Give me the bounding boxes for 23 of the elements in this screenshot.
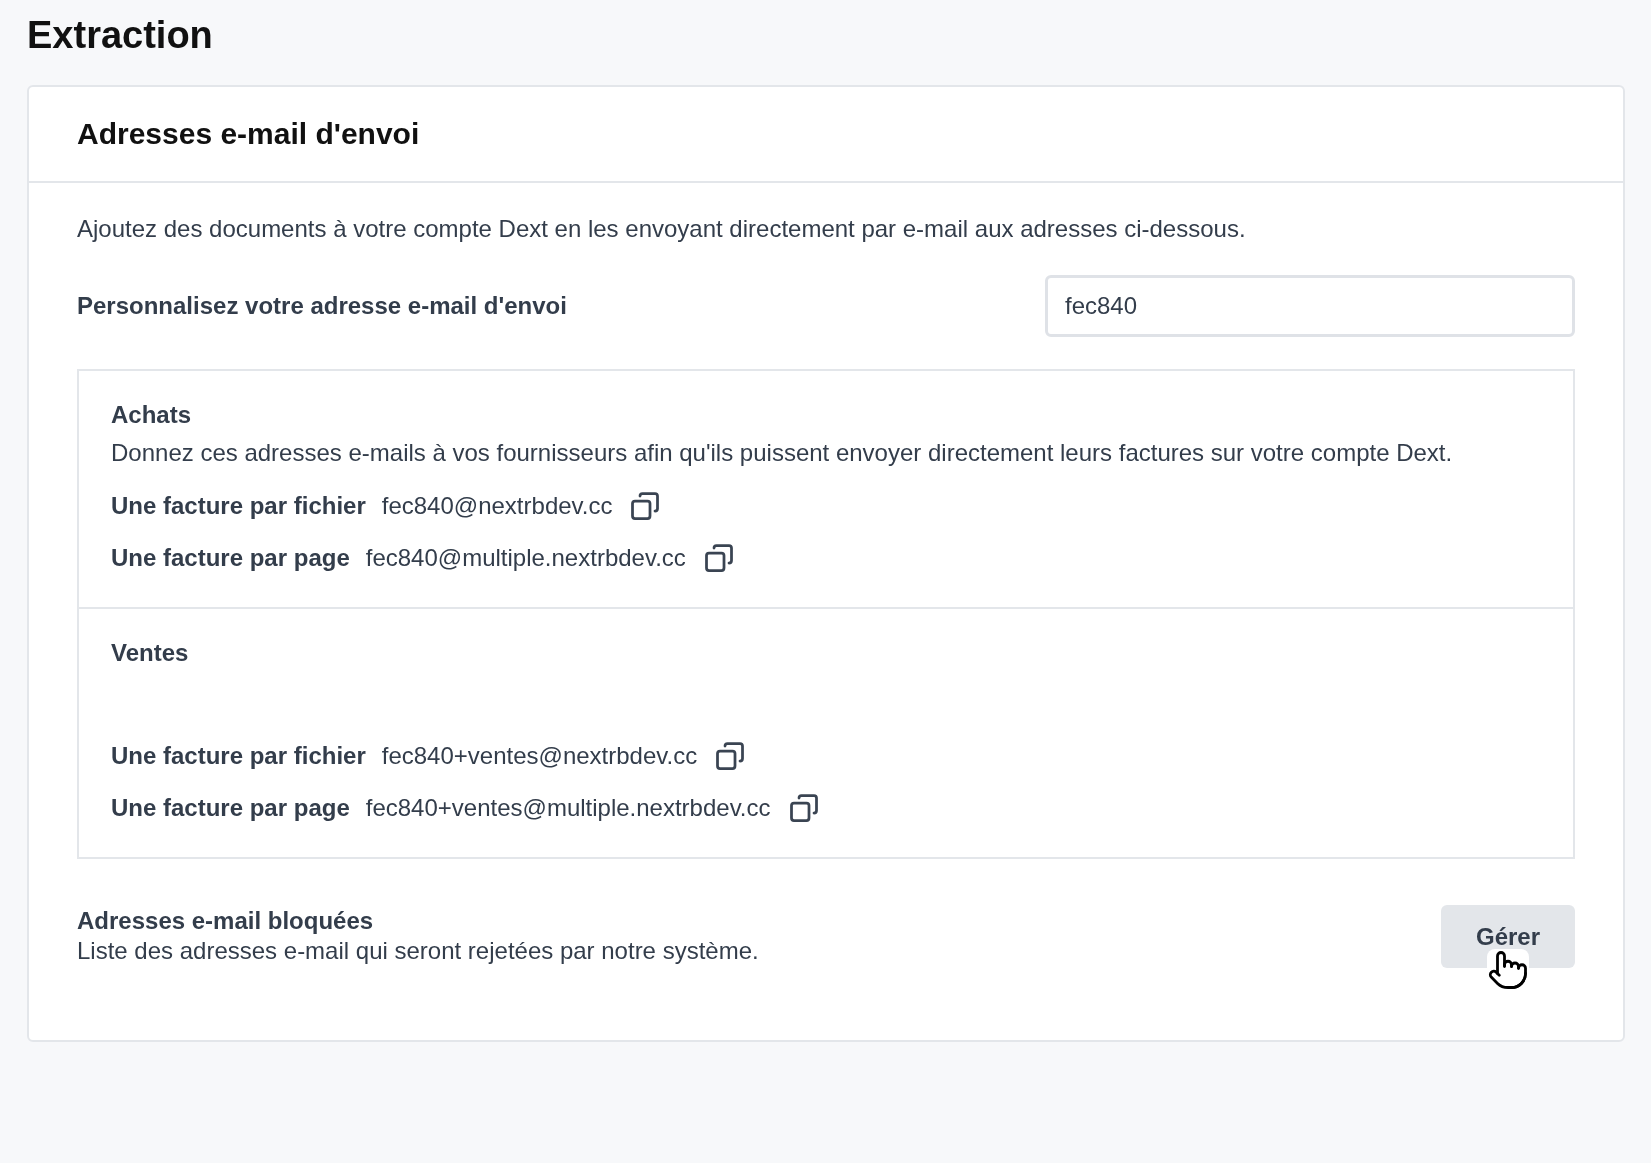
email-address: fec840@nextrbdev.cc <box>381 492 613 520</box>
hand-cursor-icon <box>1487 949 1529 991</box>
page-title: Extraction <box>27 14 214 57</box>
section-title: Achats <box>111 401 193 429</box>
field-label: Personnalisez votre adresse e-mail d'envoi <box>77 292 567 320</box>
copy-icon[interactable] <box>715 741 746 771</box>
address-input-field[interactable]: fec840 <box>1045 275 1575 337</box>
email-address: fec840+ventes@nextrbdev.cc <box>381 742 698 770</box>
section-description: Donnez ces adresses e-mails à vos fournisseurs afin qu'ils puissent envoyer directement leurs factures sur votre compte Dext. <box>111 438 1454 468</box>
address-label: Une facture par fichier <box>111 742 366 770</box>
address-label: Une facture par fichier <box>111 492 366 520</box>
intro-text: Ajoutez des documents à votre compte Dext en les envoyant directement par e-mail aux adresses ci-dessous. <box>77 214 1247 244</box>
blocked-description: Liste des adresses e-mail qui seront rejetées par notre système. <box>77 935 759 966</box>
blocked-title: Adresses e-mail bloquées <box>77 906 375 935</box>
address-label: Une facture par page <box>111 794 350 822</box>
email-address: fec840+ventes@multiple.nextrbdev.cc <box>365 794 771 822</box>
copy-icon[interactable] <box>788 793 819 823</box>
address-label: Une facture par page <box>111 544 350 572</box>
card-title: Adresses e-mail d'envoi <box>77 117 421 151</box>
copy-icon[interactable] <box>703 543 734 573</box>
email-address: fec840@multiple.nextrbdev.cc <box>365 544 686 572</box>
section-title: Ventes <box>111 639 190 667</box>
copy-icon[interactable] <box>630 491 661 521</box>
